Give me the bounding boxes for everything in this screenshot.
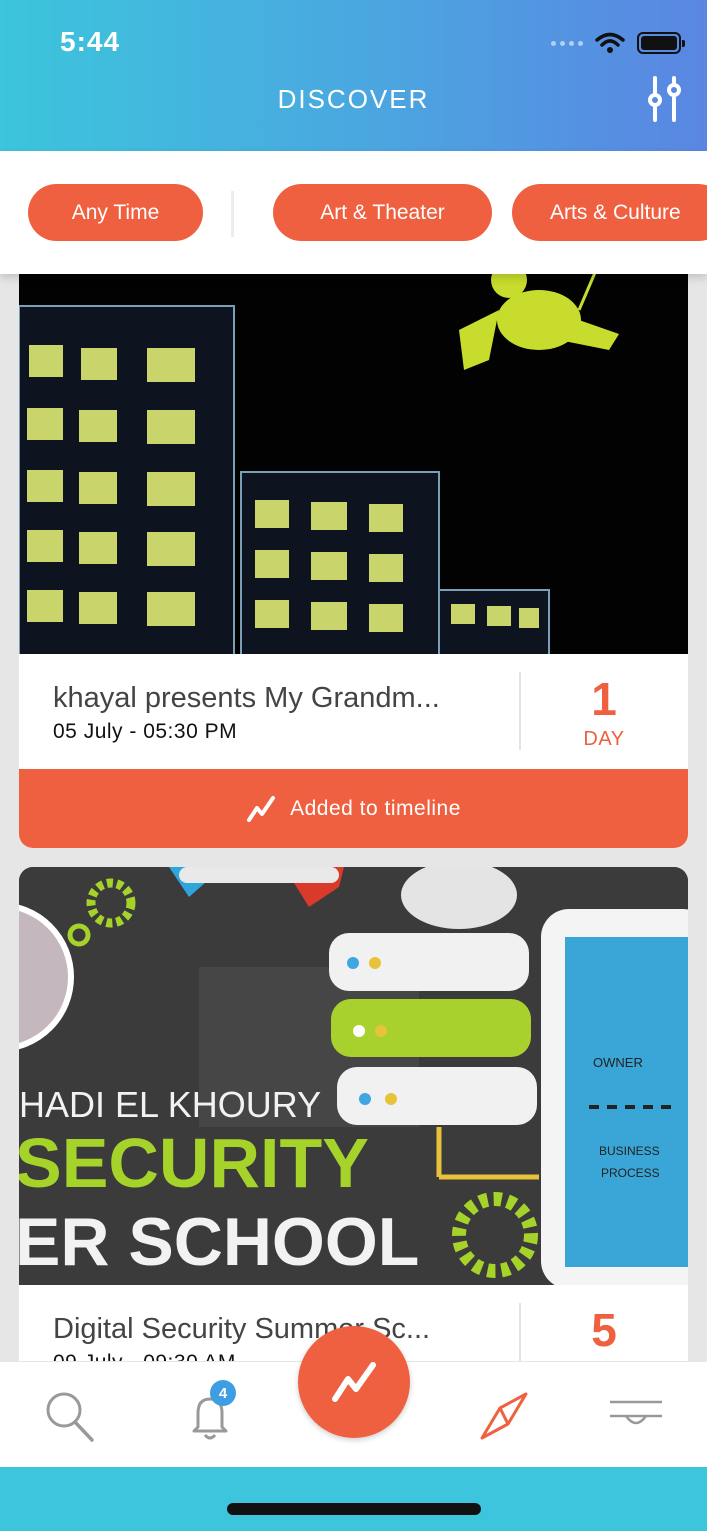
- tab-search[interactable]: [40, 1386, 100, 1446]
- tab-notifications[interactable]: 4: [180, 1380, 240, 1446]
- event-date: 05 July - 05:30 PM: [53, 720, 238, 743]
- chip-divider: [231, 191, 234, 237]
- tab-menu[interactable]: [606, 1386, 666, 1446]
- notification-badge: 4: [210, 1380, 236, 1406]
- event-title: Digital Security Summer Sc...: [53, 1313, 431, 1345]
- page-title: DISCOVER: [277, 84, 430, 114]
- process-text: PROCESS: [601, 1166, 660, 1180]
- chip-any-time[interactable]: Any Time: [28, 184, 203, 241]
- security-text: SECURITY: [19, 1124, 369, 1202]
- signal-icon: [551, 40, 583, 46]
- status-icons: [551, 32, 685, 54]
- school-text: ER SCHOOL: [19, 1204, 419, 1280]
- status-time: 5:44: [60, 26, 121, 57]
- days-count: 1: [591, 673, 617, 725]
- info-divider: [519, 672, 521, 750]
- trend-icon: [247, 795, 276, 822]
- timeline-label: Added to timeline: [290, 796, 461, 820]
- app-header: 5:44 DISCOVER: [0, 0, 707, 151]
- business-text: BUSINESS: [599, 1144, 660, 1158]
- tab-discover[interactable]: [474, 1386, 534, 1446]
- event-card[interactable]: OWNER BUSINESS PROCESS HADI EL KHOURY SE…: [19, 867, 688, 1387]
- search-icon: [46, 1392, 94, 1442]
- event-image: [19, 250, 688, 654]
- chip-art-theater[interactable]: Art & Theater: [273, 184, 492, 241]
- timeline-fab-button[interactable]: [298, 1326, 410, 1438]
- event-info: khayal presents My Grandm... 05 July - 0…: [19, 654, 688, 769]
- home-indicator[interactable]: [227, 1503, 481, 1515]
- owner-text: OWNER: [593, 1055, 643, 1070]
- event-title: khayal presents My Grandm...: [53, 682, 440, 714]
- menu-icon: [610, 1400, 662, 1425]
- added-to-timeline-button[interactable]: Added to timeline: [19, 769, 688, 848]
- event-image: OWNER BUSINESS PROCESS HADI EL KHOURY SE…: [19, 867, 688, 1285]
- days-unit: DAY: [583, 728, 625, 750]
- trend-icon: [332, 1362, 376, 1402]
- home-indicator-area: [0, 1467, 707, 1531]
- chip-arts-culture[interactable]: Arts & Culture: [512, 184, 707, 241]
- wifi-icon: [595, 32, 625, 53]
- compass-icon: [480, 1392, 528, 1440]
- filter-chip-bar: Any Time Art & Theater Arts & Culture: [0, 151, 707, 274]
- event-card[interactable]: khayal presents My Grandm... 05 July - 0…: [19, 250, 688, 848]
- speaker-name-text: HADI EL KHOURY: [19, 1084, 321, 1125]
- days-count: 5: [591, 1304, 617, 1356]
- battery-icon: [637, 32, 685, 54]
- sliders-icon[interactable]: [647, 74, 683, 124]
